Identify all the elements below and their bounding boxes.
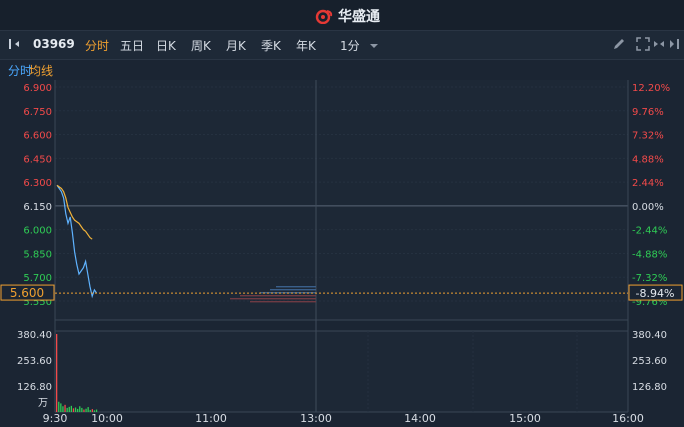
toolbar: 03969 分时 五日 日K 周K 月K 季K 年K 1分 bbox=[0, 30, 684, 60]
price-tick-label: 6.900 bbox=[23, 83, 52, 94]
current-change-label: -8.94% bbox=[636, 287, 675, 300]
volume-bar bbox=[60, 403, 62, 412]
percent-tick-label: -7.32% bbox=[632, 273, 667, 284]
time-tick-label: 10:00 bbox=[91, 412, 123, 425]
depth-bar bbox=[230, 298, 316, 300]
tab-fenshi[interactable]: 分时 bbox=[85, 37, 109, 54]
volume-bar bbox=[81, 407, 83, 412]
depth-bar bbox=[270, 289, 316, 291]
volume-bar bbox=[56, 334, 58, 412]
depth-bar bbox=[240, 295, 316, 297]
time-tick-label: 13:00 bbox=[300, 412, 332, 425]
volume-bar bbox=[72, 408, 75, 412]
price-panel bbox=[55, 80, 628, 320]
brand-logo: 华盛通 bbox=[314, 6, 380, 26]
tab-wuri[interactable]: 五日 bbox=[120, 37, 144, 54]
volume-tick-label: 380.40 bbox=[17, 330, 52, 341]
fullscreen-icon[interactable] bbox=[636, 37, 650, 51]
percent-tick-label: 2.44% bbox=[632, 178, 664, 189]
percent-tick-label: -2.44% bbox=[632, 226, 667, 237]
collapse-panel-icon[interactable] bbox=[8, 38, 22, 50]
tab-niank[interactable]: 年K bbox=[296, 37, 316, 54]
junxian-label[interactable]: 均线 bbox=[29, 62, 53, 79]
volume-tick-label: 126.80 bbox=[17, 382, 52, 393]
volume-bar bbox=[85, 408, 87, 412]
percent-tick-label: 9.76% bbox=[632, 107, 664, 118]
volume-bar bbox=[64, 404, 66, 412]
volume-bar bbox=[87, 407, 89, 412]
percent-tick-label: 7.32% bbox=[632, 131, 664, 142]
current-price-label: 5.600 bbox=[10, 286, 44, 300]
tab-zhouk[interactable]: 周K bbox=[191, 37, 211, 54]
volume-bar bbox=[58, 401, 60, 412]
volume-tick-label: 253.60 bbox=[17, 356, 52, 367]
percent-tick-label: -4.88% bbox=[632, 249, 667, 260]
price-tick-label: 6.450 bbox=[23, 154, 52, 165]
price-tick-label: 6.750 bbox=[23, 107, 52, 118]
time-tick-label: 11:00 bbox=[195, 412, 227, 425]
volume-bar bbox=[77, 408, 79, 412]
volume-tick-label: 126.80 bbox=[632, 382, 667, 393]
depth-bar bbox=[250, 301, 316, 303]
price-tick-label: 6.150 bbox=[23, 202, 52, 213]
title-bar: 华盛通 bbox=[0, 0, 684, 30]
chevron-down-icon bbox=[370, 44, 379, 48]
period-label: 1分 bbox=[340, 39, 360, 53]
volume-panel bbox=[55, 331, 628, 412]
time-tick-label: 15:00 bbox=[509, 412, 541, 425]
percent-tick-label: 0.00% bbox=[632, 202, 664, 213]
intraday-chart[interactable]: 6.900 6.750 6.600 6.450 6.300 6.150 6.000 5.850… bbox=[0, 79, 684, 427]
volume-bar bbox=[74, 407, 77, 412]
volume-tick-label: 380.40 bbox=[632, 330, 667, 341]
volume-tick-label: 253.60 bbox=[632, 356, 667, 367]
swap-icon[interactable] bbox=[652, 37, 666, 51]
tab-yuek[interactable]: 月K bbox=[226, 37, 246, 54]
volume-unit-label: 万 bbox=[38, 398, 48, 409]
logo-icon bbox=[315, 9, 333, 24]
percent-tick-label: 4.88% bbox=[632, 154, 664, 165]
volume-bar bbox=[83, 409, 85, 412]
stock-code: 03969 bbox=[33, 37, 75, 51]
volume-bar bbox=[68, 406, 70, 412]
percent-tick-label: 12.20% bbox=[632, 83, 670, 94]
price-tick-label: 6.600 bbox=[23, 131, 52, 142]
tab-jik[interactable]: 季K bbox=[261, 37, 281, 54]
indicator-bar: 分时 均线 bbox=[0, 59, 684, 79]
period-select[interactable]: 1分 bbox=[340, 37, 379, 54]
price-tick-label: 5.850 bbox=[23, 249, 52, 260]
tab-rik[interactable]: 日K bbox=[156, 37, 176, 54]
time-tick-label: 9:30 bbox=[43, 412, 68, 425]
time-tick-label: 16:00 bbox=[612, 412, 644, 425]
time-tick-label: 14:00 bbox=[404, 412, 436, 425]
brand-name: 华盛通 bbox=[338, 9, 380, 25]
price-tick-label: 6.000 bbox=[23, 226, 52, 237]
price-tick-label: 6.300 bbox=[23, 178, 52, 189]
volume-bar bbox=[79, 406, 81, 412]
depth-bar bbox=[276, 286, 316, 288]
pencil-icon[interactable] bbox=[612, 37, 626, 51]
price-tick-label: 5.700 bbox=[23, 273, 52, 284]
expand-panel-icon[interactable] bbox=[667, 37, 681, 51]
volume-bar bbox=[70, 405, 72, 412]
app-window: 华盛通 03969 分时 五日 日K 周K 月K 季K 年K 1分 分时 均线 … bbox=[0, 0, 684, 427]
